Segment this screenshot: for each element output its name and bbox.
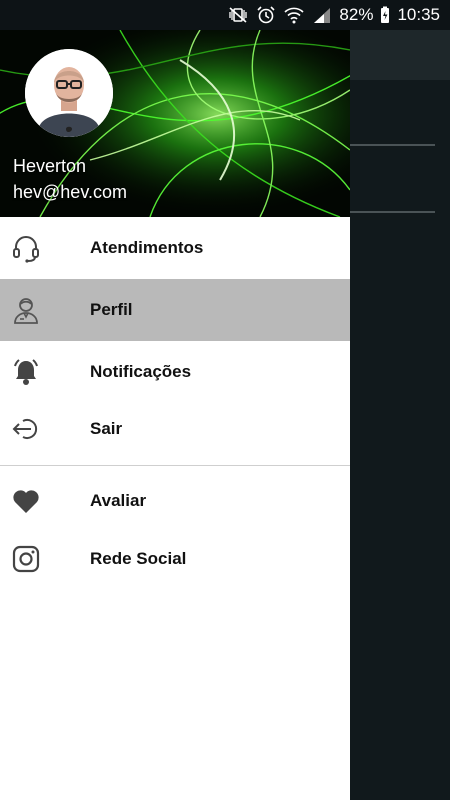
menu-item-label: Notificações [90, 362, 192, 381]
menu-item-label: Perfil [90, 300, 133, 319]
navigation-drawer: Heverton hev@hev.com Atendimentos Perfil… [0, 30, 350, 800]
user-email: hev@hev.com [13, 182, 127, 202]
menu-item-perfil[interactable]: Perfil [0, 279, 350, 341]
signal-icon [311, 5, 333, 25]
instagram-icon [10, 543, 42, 575]
user-name: Heverton [13, 156, 87, 176]
status-bar: 82% 10:35 [0, 0, 450, 30]
menu-item-notificacoes[interactable]: Notificações [0, 341, 350, 403]
logout-icon [10, 413, 42, 445]
drawer-header: Heverton hev@hev.com [0, 30, 350, 217]
screen: 82% 10:35 Heverton hev@hev.com Atendimen… [0, 0, 450, 800]
bell-icon [10, 356, 42, 388]
headset-icon [10, 232, 42, 264]
background-divider [350, 144, 435, 146]
menu-item-rede-social[interactable]: Rede Social [0, 530, 350, 588]
clock: 10:35 [397, 5, 440, 24]
battery-percent: 82% [339, 5, 374, 24]
alarm-icon [255, 5, 277, 25]
mute-vibrate-icon [227, 5, 249, 25]
user-profile-icon [10, 294, 42, 326]
user-photo [25, 49, 113, 137]
menu-item-avaliar[interactable]: Avaliar [0, 472, 350, 530]
avatar[interactable] [25, 49, 113, 137]
menu-item-label: Rede Social [90, 549, 187, 568]
menu-divider [0, 465, 350, 466]
menu-item-sair[interactable]: Sair [0, 403, 350, 455]
menu-item-label: Avaliar [90, 491, 147, 510]
heart-icon [10, 485, 42, 517]
wifi-icon [283, 5, 305, 25]
menu-item-label: Atendimentos [90, 238, 204, 257]
battery-charging-icon [379, 5, 391, 25]
menu-item-atendimentos[interactable]: Atendimentos [0, 217, 350, 279]
background-divider [350, 211, 435, 213]
menu-item-label: Sair [90, 419, 123, 438]
